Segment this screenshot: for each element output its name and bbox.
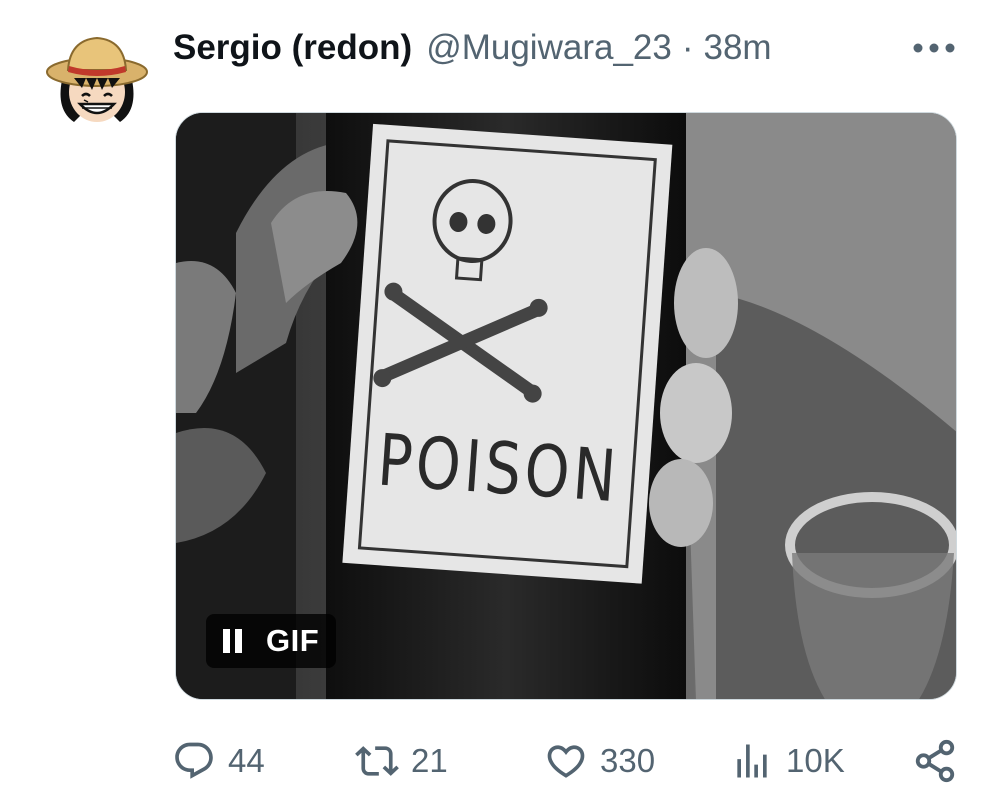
reply-button[interactable]: 44	[172, 733, 265, 789]
tweet: Sergio (redon) @Mugiwara_23 · 38m POISON…	[0, 0, 1003, 800]
bottle-label-text: POISON	[375, 419, 622, 518]
share-button[interactable]	[912, 733, 958, 789]
heart-icon	[547, 745, 585, 778]
reply-count: 44	[228, 742, 265, 779]
tweet-media-gif[interactable]: POISON GIF	[175, 112, 957, 700]
views-button[interactable]: 10K	[730, 733, 845, 789]
timestamp[interactable]: 38m	[704, 26, 772, 70]
tweet-header: Sergio (redon) @Mugiwara_23 · 38m	[173, 26, 772, 70]
more-options-button[interactable]	[910, 32, 958, 64]
retweet-count: 21	[411, 742, 448, 779]
poison-bottle-image: POISON	[176, 113, 956, 699]
like-count: 330	[600, 742, 656, 779]
share-icon	[915, 739, 955, 783]
more-options-icon	[913, 43, 955, 53]
like-button[interactable]: 330	[544, 733, 655, 789]
gif-label: GIF	[266, 623, 320, 658]
pause-icon[interactable]	[222, 628, 244, 654]
author-name[interactable]: Sergio (redon)	[173, 26, 412, 70]
gif-badge[interactable]: GIF	[206, 614, 336, 668]
author-handle[interactable]: @Mugiwara_23	[426, 26, 672, 70]
separator: ·	[681, 28, 694, 67]
reply-icon	[175, 742, 213, 779]
retweet-icon	[355, 746, 399, 776]
analytics-icon	[737, 744, 767, 778]
retweet-button[interactable]: 21	[355, 733, 448, 789]
tweet-action-bar: 44 21 330 10K	[0, 733, 1003, 789]
avatar[interactable]	[44, 22, 150, 128]
views-count: 10K	[786, 742, 845, 779]
straw-hat-character-avatar-icon	[44, 22, 150, 128]
